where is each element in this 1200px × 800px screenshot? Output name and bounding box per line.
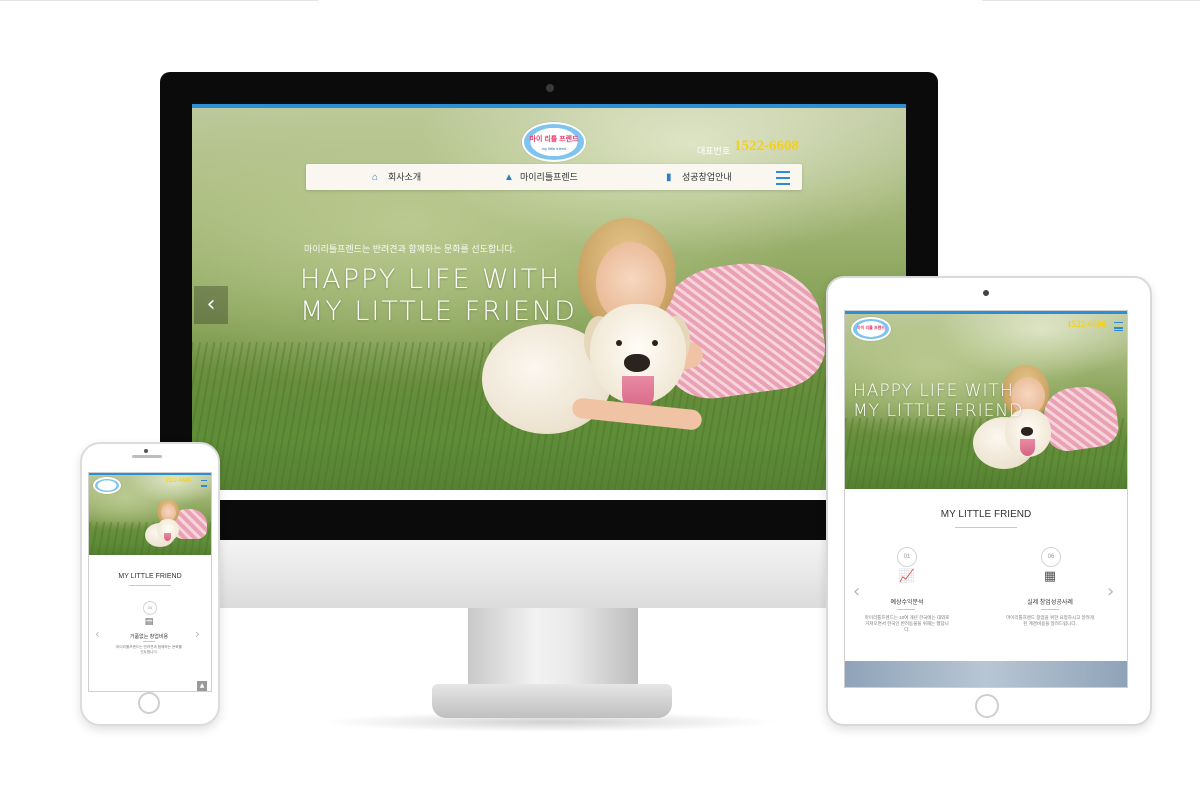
nav-item-company[interactable]: ⌂ 회사소개: [372, 164, 421, 190]
monitor-chin: [160, 540, 938, 608]
tablet-screen: 마이 리틀 프렌드 1522-6608 HAPPY LIFE WITH MY L…: [844, 310, 1128, 688]
phone-speaker: [132, 455, 162, 458]
tablet-hero: 마이 리틀 프렌드 1522-6608 HAPPY LIFE WITH MY L…: [845, 311, 1127, 489]
growth-chart-icon: 📈: [898, 569, 916, 584]
section-title-underline: [129, 585, 171, 586]
feature-description: 마이리틀프렌드는 반려견과 함께하는 문화를 선도합니다.: [116, 645, 182, 654]
carousel-next-arrow[interactable]: ›: [1107, 581, 1114, 602]
hamburger-menu-icon[interactable]: [776, 171, 790, 185]
phone-screen: 1522-6608 MY LITTLE FRIEND 04 ▤ 거품없는 창업비…: [88, 472, 212, 692]
feature-title: 실제 창업성공사례: [1027, 600, 1073, 606]
phone-home-button[interactable]: [138, 692, 160, 714]
hero-title-line1: HAPPY LIFE WITH: [300, 264, 562, 295]
dog-icon: ▲: [504, 172, 514, 183]
top-divider-left: [0, 0, 318, 1]
hero-title-line1: HAPPY LIFE WITH: [853, 381, 1014, 401]
desktop-hero: 마이 리틀 프렌드 my little friend 대표번호 1522-660…: [192, 104, 906, 500]
webcam-icon: [546, 84, 554, 92]
nav-item-startup[interactable]: ▮ 성공창업안내: [666, 164, 732, 190]
carousel-prev-arrow[interactable]: ‹: [853, 581, 860, 602]
nav-label: 성공창업안내: [682, 172, 732, 182]
slider-prev-button[interactable]: ‹: [194, 286, 228, 324]
monitor-stand-base: [432, 684, 672, 718]
top-accent-line: [89, 473, 211, 475]
nav-label: 회사소개: [388, 172, 422, 182]
phone-hero: 1522-6608: [89, 473, 211, 555]
phone-number[interactable]: 1522-6608: [165, 478, 191, 484]
feature-description: 마이리틀프렌드는 10여 개년 한국에는 대외로 거쳐오면서 한국인 반려동물을…: [864, 615, 950, 633]
logo-text: 마이 리틀 프렌드: [857, 324, 885, 330]
phone-camera-icon: [144, 449, 148, 453]
feature-title: 예상수익분석: [890, 600, 924, 606]
main-nav: ⌂ 회사소개 ▲ 마이리틀프렌드 ▮ 성공창업안내: [306, 164, 802, 190]
carousel-prev-arrow[interactable]: ‹: [95, 627, 100, 641]
presenter-icon: ▦: [1043, 569, 1057, 584]
site-logo[interactable]: 마이 리틀 프렌드 my little friend: [522, 122, 586, 162]
feature-title: 거품없는 창업비용: [129, 634, 169, 640]
hero-title-line2: MY LITTLE FRIEND: [853, 401, 1024, 421]
logo-subtext: my little friend: [541, 146, 567, 152]
top-divider-right: [982, 0, 1200, 1]
section-title: MY LITTLE FRIEND: [118, 573, 182, 580]
site-logo[interactable]: [93, 477, 121, 494]
feature-number: 06: [1041, 547, 1061, 567]
nav-label: 마이리틀프렌드: [520, 172, 578, 182]
feature-description: 마이리틀프렌드 창업을 위한 요청하시고 알려게된 계경비용을 알려드립니다.: [1006, 615, 1094, 627]
logo-text: 마이 리틀 프렌드: [529, 136, 579, 144]
phone-label: 대표번호: [697, 146, 731, 156]
feature-number: 04: [143, 601, 157, 615]
section-title: MY LITTLE FRIEND: [940, 509, 1032, 520]
phone-number[interactable]: 1522-6608: [734, 138, 799, 155]
tablet-home-button[interactable]: [975, 694, 999, 718]
top-accent-line: [845, 311, 1127, 314]
feature-number: 01: [897, 547, 917, 567]
site-logo[interactable]: 마이 리틀 프렌드: [851, 317, 891, 341]
hamburger-menu-icon[interactable]: [201, 480, 207, 487]
monitor-stand-neck: [468, 608, 638, 686]
hero-title-line2: MY LITTLE FRIEND: [300, 296, 577, 327]
top-accent-line: [192, 104, 906, 108]
hamburger-menu-icon[interactable]: [1114, 322, 1123, 331]
bar-chart-icon: ▮: [666, 172, 672, 183]
scroll-to-top-button[interactable]: ▲: [197, 681, 207, 691]
phone-number[interactable]: 1522-6608: [1067, 319, 1106, 329]
hero-bottom-edge: [192, 490, 906, 500]
home-icon: ⌂: [372, 172, 379, 183]
next-section-preview: [845, 661, 1127, 687]
section-title-underline: [955, 527, 1017, 528]
nav-item-brand[interactable]: ▲ 마이리틀프렌드: [504, 164, 578, 190]
hero-subtitle: 마이리틀프렌드는 반려견과 함께하는 문화를 선도합니다.: [304, 244, 516, 254]
money-icon: ▤: [144, 617, 154, 627]
carousel-next-arrow[interactable]: ›: [195, 627, 200, 641]
tablet-camera-icon: [983, 290, 989, 296]
